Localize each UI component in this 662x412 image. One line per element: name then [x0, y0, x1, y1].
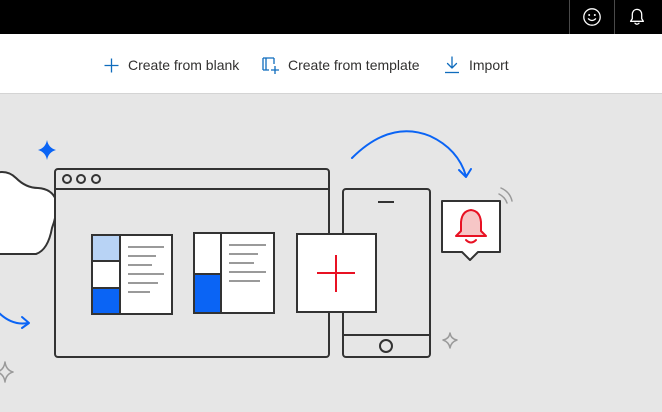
illustration-canvas	[0, 94, 662, 412]
template-icon	[262, 57, 279, 74]
import-label: Import	[469, 57, 509, 73]
sparkle-outline-icon	[442, 332, 458, 349]
command-bar: Create from blank Create from template I…	[0, 34, 662, 94]
empty-state-illustration	[0, 130, 513, 383]
notification-bubble	[441, 187, 513, 261]
template-card-1	[91, 234, 173, 315]
sparkle-outline-icon	[0, 361, 14, 383]
arrow-curve-icon	[351, 130, 467, 177]
bell-icon	[629, 8, 645, 25]
create-from-template-button[interactable]: Create from template	[260, 54, 420, 76]
sparkle-icon	[38, 140, 56, 160]
smiley-icon	[583, 8, 601, 26]
plus-icon	[104, 58, 119, 72]
top-bar	[0, 0, 662, 34]
notifications-button[interactable]	[615, 0, 659, 34]
create-from-template-label: Create from template	[288, 57, 420, 73]
create-from-blank-button[interactable]: Create from blank	[103, 54, 239, 76]
cloud-shape	[0, 170, 58, 255]
create-from-blank-label: Create from blank	[128, 57, 240, 73]
download-icon	[445, 56, 459, 74]
import-button[interactable]: Import	[443, 54, 509, 76]
feedback-button[interactable]	[570, 0, 614, 34]
add-card	[296, 233, 377, 313]
template-card-2	[193, 232, 275, 314]
